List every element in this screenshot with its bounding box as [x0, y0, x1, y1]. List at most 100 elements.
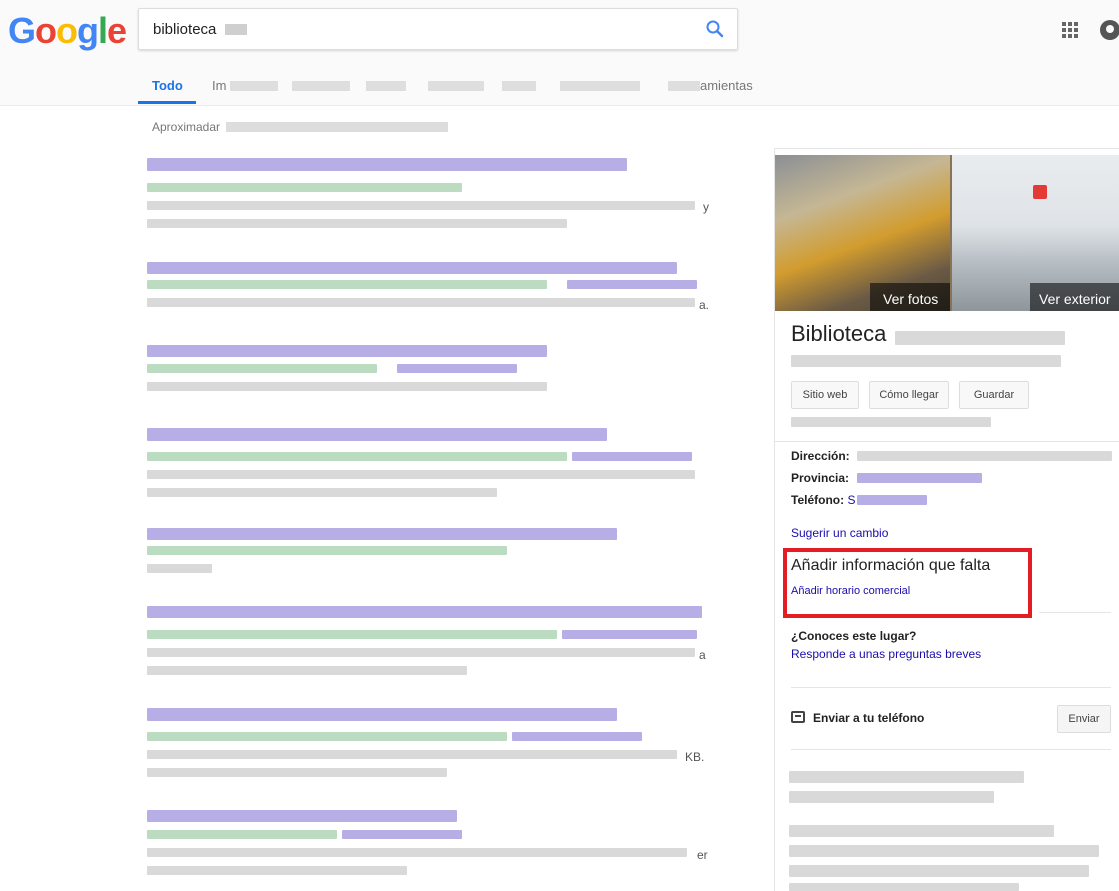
redacted-text — [789, 771, 1024, 783]
redacted-description — [791, 417, 991, 427]
redacted-tab[interactable] — [366, 81, 406, 91]
result-title[interactable] — [147, 345, 547, 357]
redacted-result-stats — [226, 122, 448, 132]
result-snippet — [147, 382, 547, 391]
result-url — [147, 732, 507, 741]
redacted-address — [857, 451, 1112, 461]
result-link[interactable] — [572, 452, 692, 461]
result-url — [147, 183, 462, 192]
logo-letter-e: e — [107, 10, 127, 51]
see-exterior-link[interactable]: Ver exterior — [1039, 291, 1111, 307]
result-title[interactable] — [147, 528, 617, 540]
result-link[interactable] — [512, 732, 642, 741]
redacted-tab[interactable] — [668, 81, 700, 91]
address-label: Dirección: — [791, 449, 850, 463]
phone-row: Teléfono: S — [791, 493, 855, 507]
result-url — [147, 452, 567, 461]
logo-letter-l: l — [98, 10, 108, 51]
send-to-phone-icon — [791, 711, 805, 723]
add-hours-link[interactable]: Añadir horario comercial — [791, 585, 910, 597]
logo-letter-g: G — [8, 10, 36, 51]
redacted-text — [789, 865, 1089, 877]
result-snippet-tail: a. — [699, 298, 710, 312]
redacted-text — [789, 791, 994, 803]
result-snippet-tail: y — [703, 200, 709, 214]
redacted-tab[interactable] — [428, 81, 484, 91]
result-title[interactable] — [147, 428, 607, 441]
add-missing-info-title: Añadir información que falta — [791, 557, 991, 574]
knowledge-panel: Ver fotos Ver exterior Biblioteca Sitio … — [774, 148, 1119, 891]
result-snippet — [147, 298, 695, 307]
search-input[interactable]: biblioteca — [138, 8, 738, 50]
divider — [1039, 612, 1111, 613]
result-title[interactable] — [147, 158, 627, 171]
result-snippet — [147, 666, 467, 675]
result-stats: Aproximadar — [152, 120, 221, 134]
suggest-edit-link[interactable]: Sugerir un cambio — [791, 526, 888, 540]
result-snippet — [147, 648, 695, 657]
send-button[interactable]: Enviar — [1057, 705, 1111, 733]
result-snippet — [147, 470, 695, 479]
result-title[interactable] — [147, 262, 677, 274]
logo-letter-g2: g — [77, 10, 99, 51]
save-button[interactable]: Guardar — [959, 381, 1029, 409]
search-header: Google biblioteca Todo Im amientas — [0, 0, 1119, 106]
tab-tools[interactable]: amientas — [700, 78, 753, 93]
search-icon[interactable] — [705, 19, 725, 39]
result-link[interactable] — [397, 364, 517, 373]
redacted-query-text — [225, 24, 247, 35]
result-link[interactable] — [562, 630, 697, 639]
redacted-title — [895, 331, 1065, 345]
result-title[interactable] — [147, 810, 457, 822]
google-logo[interactable]: Google — [8, 10, 127, 52]
redacted-phone[interactable] — [857, 495, 927, 505]
result-title[interactable] — [147, 708, 617, 721]
map-pin-icon — [1033, 185, 1047, 199]
result-snippet-tail: a — [699, 648, 706, 662]
website-button[interactable]: Sitio web — [791, 381, 859, 409]
result-url — [147, 280, 547, 289]
divider — [791, 749, 1111, 750]
result-link[interactable] — [567, 280, 697, 289]
apps-grid-icon[interactable] — [1062, 22, 1078, 38]
search-query-text: biblioteca — [153, 21, 217, 38]
directions-button[interactable]: Cómo llegar — [869, 381, 949, 409]
result-url — [147, 630, 557, 639]
result-link[interactable] — [342, 830, 462, 839]
result-url — [147, 830, 337, 839]
result-snippet-tail: er — [697, 848, 708, 862]
phone-label: Teléfono: — [791, 493, 845, 507]
phone-link[interactable]: S — [847, 493, 855, 507]
redacted-tab[interactable] — [502, 81, 536, 91]
province-link[interactable] — [857, 473, 982, 483]
tab-todo[interactable]: Todo — [152, 78, 183, 93]
redacted-tab[interactable] — [230, 81, 278, 91]
divider — [791, 687, 1111, 688]
send-to-phone-label: Enviar a tu teléfono — [813, 711, 925, 725]
redacted-tab[interactable] — [292, 81, 350, 91]
redacted-text — [789, 825, 1054, 837]
divider — [775, 441, 1119, 442]
result-snippet-tail: KB. — [685, 750, 705, 764]
answer-questions-link[interactable]: Responde a unas preguntas breves — [791, 647, 981, 661]
result-url — [147, 364, 377, 373]
redacted-text — [789, 883, 1019, 891]
result-title[interactable] — [147, 606, 702, 618]
result-snippet — [147, 564, 212, 573]
province-label: Provincia: — [791, 471, 850, 485]
result-snippet — [147, 201, 695, 210]
see-photos-link[interactable]: Ver fotos — [883, 291, 938, 307]
logo-letter-o2: o — [56, 10, 78, 51]
redacted-subtitle — [791, 355, 1061, 367]
address-row: Dirección: — [791, 449, 850, 463]
place-title: Biblioteca — [791, 321, 887, 346]
redacted-tab[interactable] — [560, 81, 640, 91]
result-url — [147, 546, 507, 555]
account-icon[interactable] — [1100, 20, 1119, 40]
result-snippet — [147, 219, 567, 228]
tab-images[interactable]: Im — [212, 78, 226, 93]
province-row: Provincia: — [791, 471, 849, 485]
place-photos[interactable]: Ver fotos Ver exterior — [775, 155, 1119, 311]
tab-active-indicator — [138, 101, 196, 104]
know-place-question: ¿Conoces este lugar? — [791, 629, 917, 643]
